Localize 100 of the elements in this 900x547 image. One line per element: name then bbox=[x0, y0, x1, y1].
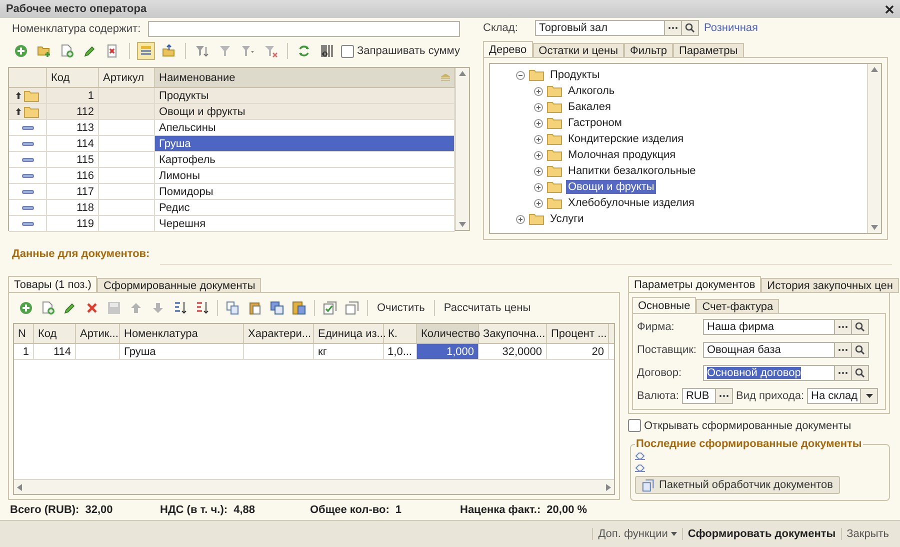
delete-icon[interactable] bbox=[85, 301, 99, 315]
link-icon[interactable] bbox=[635, 464, 645, 472]
tree-item[interactable]: Продукты bbox=[548, 68, 602, 82]
folder-arrow-icon[interactable] bbox=[162, 44, 176, 58]
input-field[interactable]: Основной договор bbox=[703, 365, 835, 381]
tab[interactable]: Параметры bbox=[672, 43, 744, 58]
pencil-icon[interactable] bbox=[63, 301, 77, 315]
collapse-icon[interactable] bbox=[516, 70, 525, 80]
input-field[interactable]: RUB bbox=[682, 388, 716, 404]
batch-button[interactable]: Пакетный обработчик документов bbox=[635, 476, 840, 494]
tree-item[interactable]: Услуги bbox=[548, 212, 586, 226]
column-header[interactable]: Артик... bbox=[76, 324, 120, 343]
input-field[interactable]: Наша фирма bbox=[703, 319, 835, 335]
close-icon[interactable] bbox=[885, 4, 894, 14]
checkbox[interactable] bbox=[341, 44, 354, 58]
toolbar-button[interactable]: Очистить bbox=[374, 302, 428, 314]
expand-icon[interactable] bbox=[534, 166, 543, 176]
pages-icon[interactable] bbox=[345, 301, 359, 315]
refresh-icon[interactable] bbox=[297, 44, 311, 58]
expand-icon[interactable] bbox=[534, 118, 543, 128]
more-icon[interactable] bbox=[718, 394, 729, 398]
search-icon[interactable] bbox=[855, 322, 865, 332]
expand-icon[interactable] bbox=[534, 102, 543, 112]
sort-icon[interactable] bbox=[173, 301, 187, 315]
more-icon[interactable] bbox=[838, 348, 848, 352]
scroll-up-icon[interactable] bbox=[459, 71, 466, 76]
scroll-left-icon[interactable] bbox=[17, 484, 22, 490]
plus-icon[interactable] bbox=[14, 44, 28, 58]
input-field[interactable]: Овощная база bbox=[703, 342, 835, 358]
pencil-icon[interactable] bbox=[83, 44, 97, 58]
column-header[interactable]: Наименование bbox=[155, 68, 455, 87]
search-icon[interactable] bbox=[855, 345, 865, 355]
more-icon[interactable] bbox=[838, 371, 848, 375]
scroll-right-icon[interactable] bbox=[606, 484, 611, 490]
expand-icon[interactable] bbox=[534, 150, 543, 160]
table-cell[interactable]: Груша bbox=[155, 136, 455, 151]
expand-icon[interactable] bbox=[534, 182, 543, 192]
tree-item[interactable]: Овощи и фрукты bbox=[566, 180, 656, 194]
link-icon[interactable] bbox=[635, 452, 645, 460]
document-plus-icon[interactable] bbox=[41, 301, 55, 315]
paste-icon[interactable] bbox=[248, 301, 262, 315]
copy-icon[interactable] bbox=[226, 301, 240, 315]
expand-icon[interactable] bbox=[516, 214, 525, 224]
more-icon[interactable] bbox=[668, 26, 678, 30]
expand-icon[interactable] bbox=[534, 86, 543, 96]
tree-item[interactable]: Кондитерские изделия bbox=[566, 132, 686, 146]
tab[interactable]: Сформированные документы bbox=[97, 278, 262, 293]
footer-button[interactable]: Сформировать документы bbox=[682, 528, 841, 540]
search-icon[interactable] bbox=[855, 368, 865, 378]
checkbox[interactable] bbox=[628, 419, 641, 432]
tab[interactable]: Основные bbox=[632, 297, 696, 314]
dropdown[interactable]: На склад bbox=[807, 388, 862, 404]
column-header[interactable]: Код bbox=[34, 324, 76, 343]
copy-icon[interactable] bbox=[270, 301, 284, 315]
tab[interactable]: Счет-фактура bbox=[696, 299, 780, 314]
caret-icon[interactable] bbox=[866, 394, 873, 398]
column-header[interactable]: Процент ... bbox=[547, 324, 609, 343]
expand-icon[interactable] bbox=[534, 198, 543, 208]
document-plus-icon[interactable] bbox=[60, 44, 74, 58]
plus-icon[interactable] bbox=[19, 301, 33, 315]
scrollbar[interactable] bbox=[14, 479, 614, 494]
folder-plus-icon[interactable] bbox=[37, 44, 51, 58]
barcode-icon[interactable] bbox=[320, 44, 334, 58]
tab[interactable]: История закупочных цен bbox=[761, 278, 899, 293]
toolbar-button[interactable]: Рассчитать цены bbox=[440, 302, 534, 314]
tree-item[interactable]: Напитки безалкогольные bbox=[566, 164, 698, 178]
footer-button[interactable]: Доп. функции bbox=[592, 528, 682, 540]
filter-icon[interactable] bbox=[195, 44, 209, 58]
warehouse-field[interactable]: Торговый зал bbox=[535, 20, 665, 36]
expand-icon[interactable] bbox=[534, 134, 543, 144]
scroll-down-icon[interactable] bbox=[459, 222, 466, 227]
search-icon[interactable] bbox=[685, 23, 695, 33]
tree-item[interactable]: Бакалея bbox=[566, 100, 614, 114]
column-header[interactable]: Закупочна... bbox=[479, 324, 547, 343]
scroll-up-icon[interactable] bbox=[871, 67, 878, 72]
sort-icon[interactable] bbox=[195, 301, 209, 315]
column-header[interactable]: Количество bbox=[417, 324, 479, 343]
tab[interactable]: Параметры документов bbox=[628, 276, 762, 293]
tab[interactable]: Фильтр bbox=[624, 43, 673, 58]
tree-item[interactable]: Хлебобулочные изделия bbox=[566, 196, 696, 210]
more-icon[interactable] bbox=[838, 325, 848, 329]
column-header[interactable]: Характери... bbox=[244, 324, 314, 343]
tree-item[interactable]: Алкоголь bbox=[566, 84, 617, 98]
tab[interactable]: Товары (1 поз.) bbox=[8, 276, 98, 293]
search-field[interactable] bbox=[148, 21, 460, 37]
scroll-down-icon[interactable] bbox=[871, 225, 878, 230]
clear-filter-icon[interactable] bbox=[264, 44, 278, 58]
footer-button[interactable]: Закрыть bbox=[840, 528, 894, 540]
tab[interactable]: Дерево bbox=[483, 41, 533, 58]
tab[interactable]: Остатки и цены bbox=[532, 43, 624, 58]
column-header[interactable]: Единица из... bbox=[314, 324, 384, 343]
scrollbar[interactable] bbox=[455, 68, 469, 230]
link[interactable]: Розничная bbox=[704, 22, 758, 34]
column-header[interactable]: Номенклатура bbox=[120, 324, 244, 343]
column-header[interactable]: N bbox=[14, 324, 34, 343]
column-header[interactable]: Код bbox=[47, 68, 99, 87]
pages-check-icon[interactable] bbox=[323, 301, 337, 315]
tree-item[interactable]: Молочная продукция bbox=[566, 148, 678, 162]
scrollbar[interactable] bbox=[867, 64, 881, 233]
tree-item[interactable]: Гастроном bbox=[566, 116, 624, 130]
